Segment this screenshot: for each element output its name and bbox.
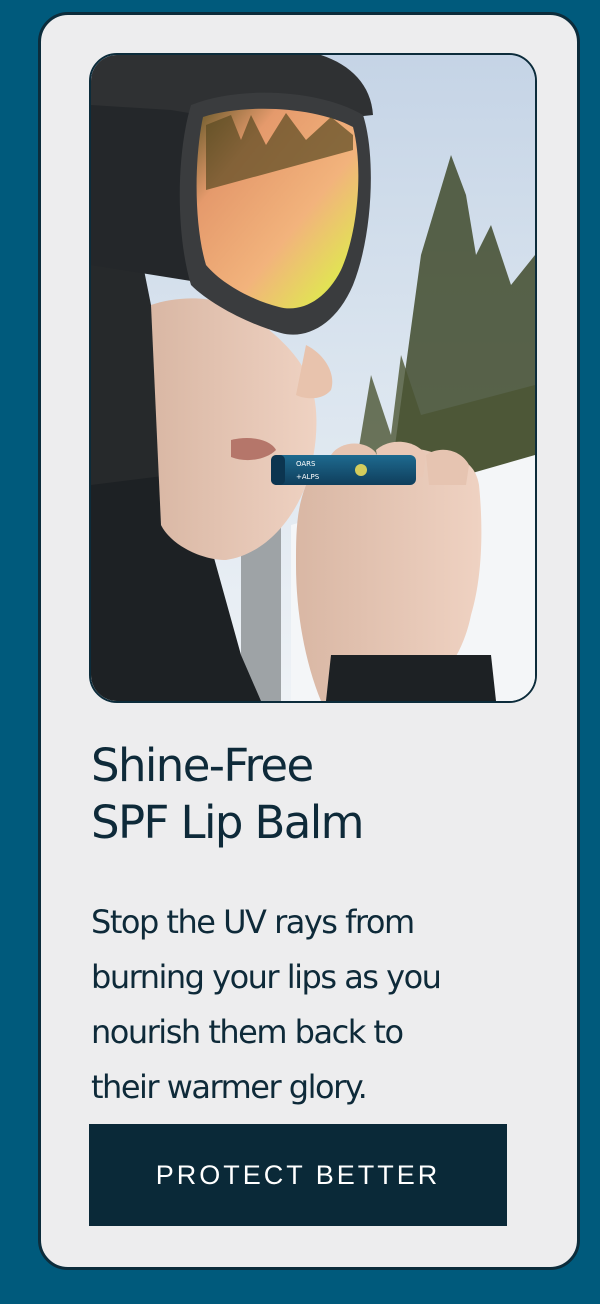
email-page: OARS +ALPS Shine-Free SPF Lip Balm Stop … — [0, 0, 600, 1304]
description-line: burning your lips as you — [91, 958, 442, 996]
skier-photo-illustration: OARS +ALPS — [91, 55, 535, 701]
description-line: nourish them back to — [91, 1013, 404, 1051]
product-title-line2: SPF Lip Balm — [91, 796, 365, 849]
tube-label-line1: OARS — [296, 460, 316, 468]
product-title: Shine-Free SPF Lip Balm — [91, 737, 541, 851]
description-line: Stop the UV rays from — [91, 903, 415, 941]
description-line: their warmer glory. — [91, 1068, 368, 1106]
product-title-line1: Shine-Free — [91, 739, 314, 792]
protect-better-button[interactable]: PROTECT BETTER — [89, 1124, 507, 1226]
tube-label-line2: +ALPS — [296, 473, 320, 481]
product-description: Stop the UV rays from burning your lips … — [91, 895, 551, 1115]
product-card: OARS +ALPS Shine-Free SPF Lip Balm Stop … — [38, 12, 580, 1270]
product-photo: OARS +ALPS — [89, 53, 537, 703]
